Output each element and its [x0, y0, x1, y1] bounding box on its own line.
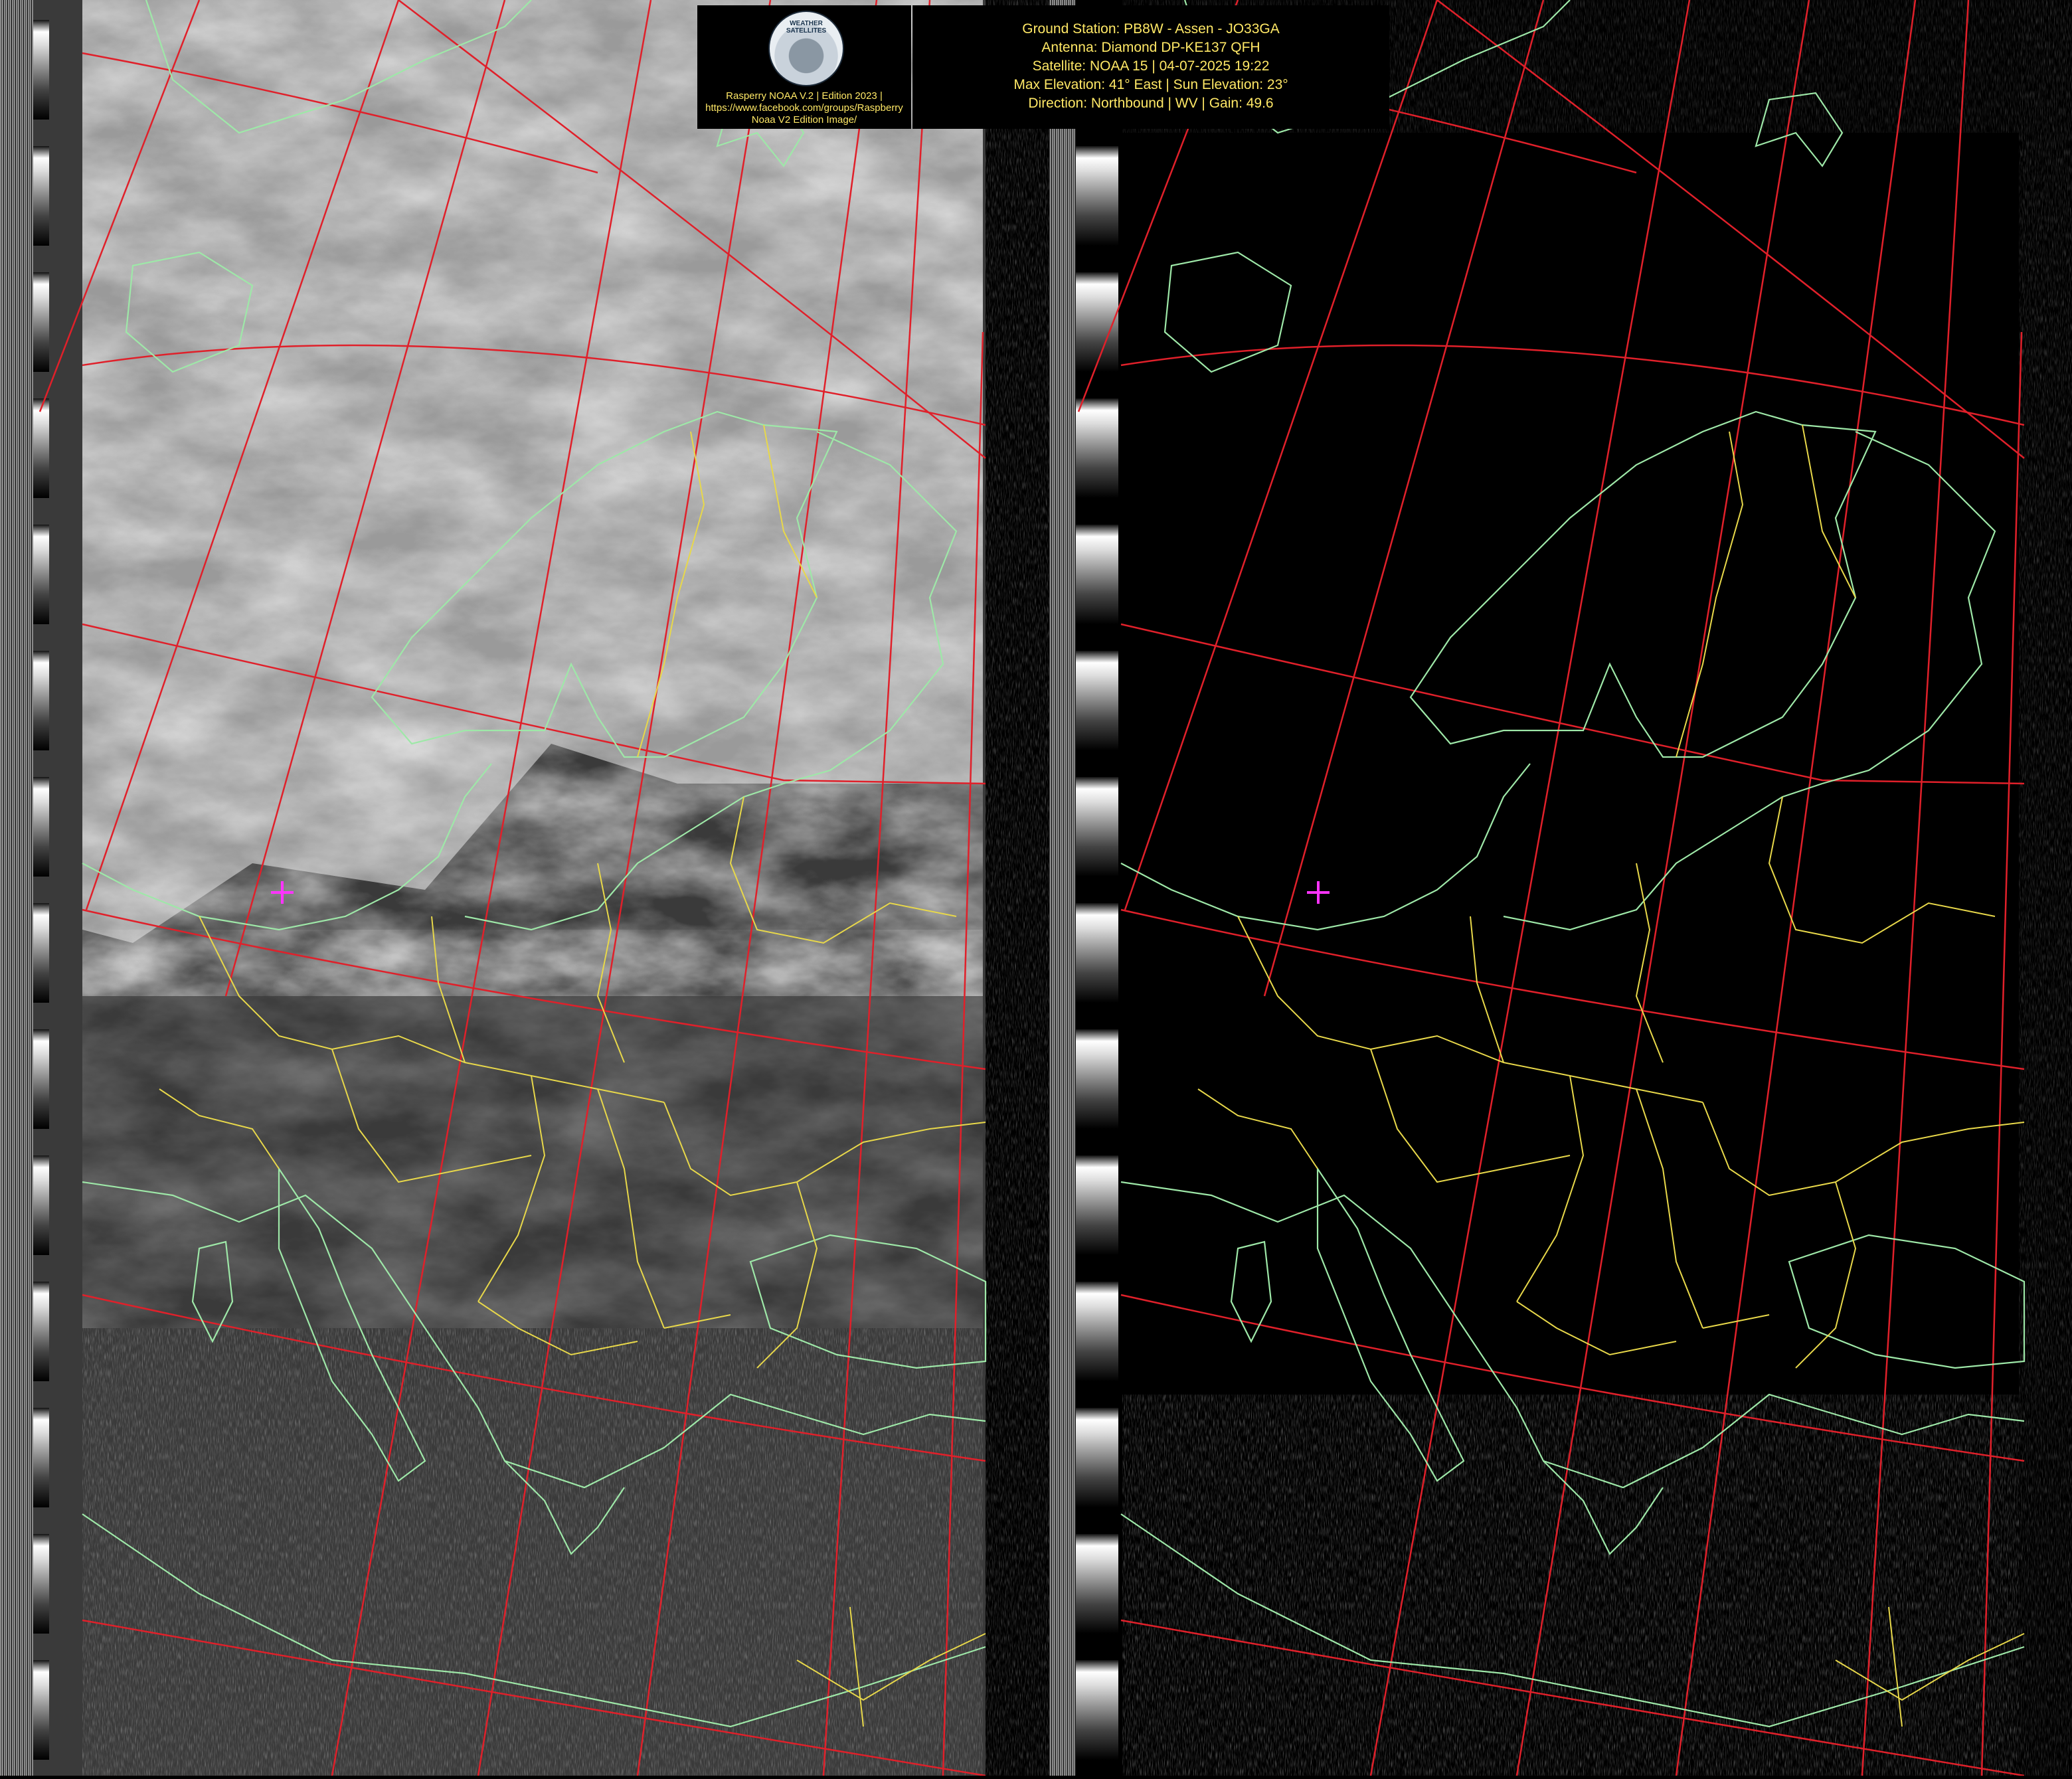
calibration-wedge: [33, 651, 49, 750]
calibration-wedge: [1076, 1408, 1118, 1507]
satellite-image: WEATHER SATELLITES Rasperry NOAA V.2 | E…: [0, 0, 2072, 1777]
calibration-wedge: [33, 1534, 49, 1634]
calibration-wedge: [1076, 525, 1118, 624]
calibration-wedge: [33, 903, 49, 1003]
ground-station-line: Ground Station: PB8W - Assen - JO33GA: [1022, 21, 1280, 37]
calibration-wedge: [1076, 903, 1118, 1003]
calibration-wedge: [1076, 1660, 1118, 1760]
calibration-wedge: [33, 398, 49, 498]
calibration-wedge: [1076, 272, 1118, 372]
logo-panel: WEATHER SATELLITES Rasperry NOAA V.2 | E…: [697, 5, 911, 129]
calibration-wedge: [1076, 398, 1118, 498]
calibration-wedge: [1076, 777, 1118, 877]
direction-line: Direction: Northbound | WV | Gain: 49.6: [1028, 96, 1274, 111]
calibration-wedge: [1076, 146, 1118, 246]
calibration-wedge: [1076, 651, 1118, 750]
calibration-wedge: [1076, 1282, 1118, 1381]
calibration-wedge: [33, 777, 49, 877]
calibration-wedge: [33, 20, 49, 120]
credit-line-3: Noaa V2 Edition Image/: [751, 114, 857, 126]
calibration-wedge: [33, 1660, 49, 1760]
calibration-wedge: [33, 1155, 49, 1255]
calibration-wedge: [33, 1029, 49, 1129]
calibration-wedge: [1076, 1155, 1118, 1255]
satellite-line: Satellite: NOAA 15 | 04-07-2025 19:22: [1032, 58, 1270, 74]
calibration-wedge: [33, 1282, 49, 1381]
calibration-wedge: [33, 146, 49, 246]
calibration-wedge: [33, 272, 49, 372]
station-info-panel: Ground Station: PB8W - Assen - JO33GA An…: [912, 5, 1389, 129]
credit-line-1: Rasperry NOAA V.2 | Edition 2023 |: [726, 90, 883, 102]
credit-line-2: https://www.facebook.com/groups/Raspberr…: [705, 102, 903, 114]
weather-satellites-logo-icon: WEATHER SATELLITES: [768, 11, 844, 86]
logo-badge-text: WEATHER SATELLITES: [786, 20, 827, 35]
calibration-wedge: [33, 525, 49, 624]
calibration-wedge: [33, 1408, 49, 1507]
antenna-line: Antenna: Diamond DP-KE137 QFH: [1041, 40, 1260, 55]
elevation-line: Max Elevation: 41° East | Sun Elevation:…: [1013, 77, 1288, 92]
map-canvas: [0, 0, 2072, 1777]
visible-channel-panel: [33, 0, 1049, 1776]
calibration-wedge: [1076, 1029, 1118, 1129]
calibration-wedge: [1076, 1534, 1118, 1634]
